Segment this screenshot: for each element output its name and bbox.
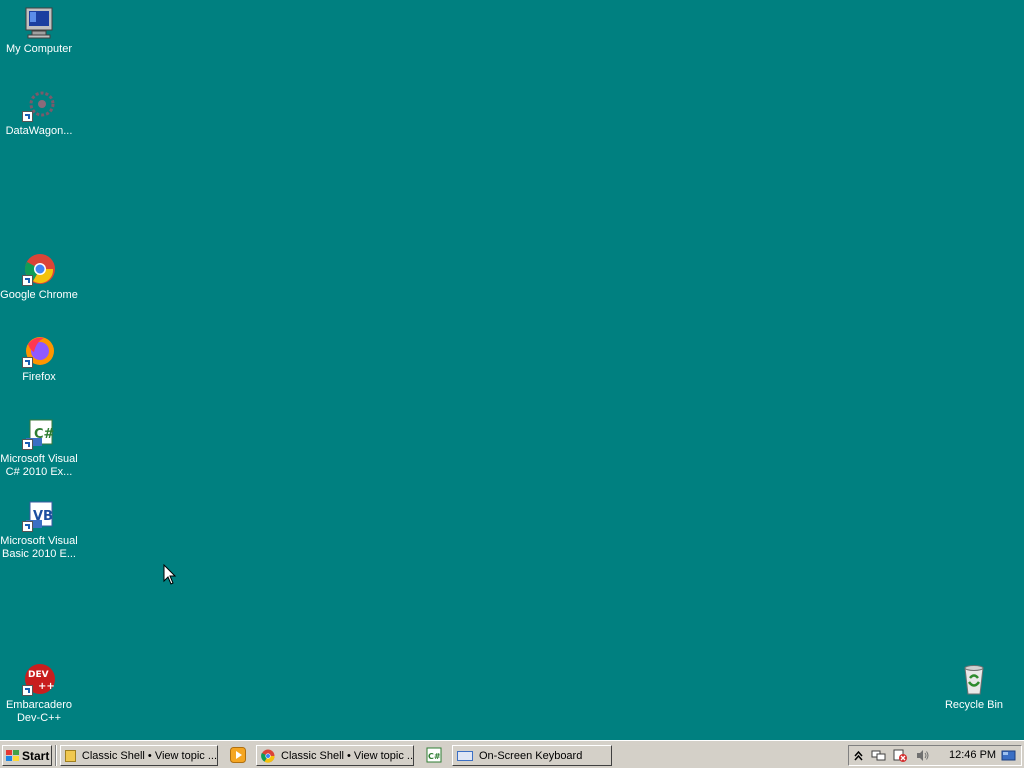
media-player-icon[interactable] — [230, 747, 246, 763]
show-hidden-icon[interactable] — [851, 748, 866, 763]
desktop-icon-devcpp[interactable]: DEV ++ Embarcadero Dev-C++ — [0, 662, 78, 725]
desktop: My Computer DataWagon... Google Chrome F… — [0, 0, 1024, 740]
desktop-icon-datawagon[interactable]: DataWagon... — [0, 88, 78, 138]
task-label: Classic Shell • View topic ... — [81, 749, 217, 762]
chrome-icon — [261, 749, 275, 763]
desktop-icon-label: Microsoft Visual C# 2010 Ex... — [0, 453, 78, 478]
desktop-icon-label: My Computer — [5, 43, 73, 55]
datawagon-icon — [22, 88, 56, 122]
devcpp-icon: DEV ++ — [22, 662, 56, 696]
svg-text:DEV: DEV — [28, 670, 49, 680]
task-button-classic-shell-explorer[interactable]: Classic Shell • View topic ... — [60, 745, 218, 766]
taskbar-clock[interactable]: 12:46 PM — [949, 749, 996, 761]
task-button-on-screen-keyboard[interactable]: On-Screen Keyboard — [452, 745, 612, 766]
folder-icon — [65, 749, 76, 762]
desktop-icon-google-chrome[interactable]: Google Chrome — [0, 252, 78, 302]
network-icon[interactable] — [871, 748, 886, 763]
desktop-icon-visual-basic[interactable]: VB Microsoft Visual Basic 2010 E... — [0, 498, 78, 561]
visual-basic-icon: VB — [22, 498, 56, 532]
shortcut-arrow-icon — [22, 521, 33, 532]
desktop-icon-visual-csharp[interactable]: C# Microsoft Visual C# 2010 Ex... — [0, 416, 78, 479]
shortcut-arrow-icon — [22, 439, 33, 450]
chrome-icon — [22, 252, 56, 286]
desktop-icon-firefox[interactable]: Firefox — [0, 334, 78, 384]
taskbar-separator — [55, 745, 57, 766]
desktop-icon-my-computer[interactable]: My Computer — [0, 6, 78, 56]
start-label: Start — [22, 748, 50, 763]
taskbar: Start Classic Shell • View topic ... Cla… — [0, 740, 1024, 768]
desktop-icon-label: Embarcadero Dev-C++ — [5, 699, 73, 724]
show-desktop-icon[interactable] — [1001, 748, 1016, 763]
desktop-icon-label: Google Chrome — [0, 289, 78, 301]
svg-text:++: ++ — [38, 681, 55, 692]
desktop-icon-recycle-bin[interactable]: Recycle Bin — [935, 662, 1013, 712]
firefox-icon — [22, 334, 56, 368]
task-label: Classic Shell • View topic ... — [281, 749, 414, 762]
start-button[interactable]: Start — [2, 745, 52, 766]
visual-csharp-icon[interactable]: C# — [426, 747, 442, 763]
keyboard-icon — [457, 750, 473, 761]
system-tray: 12:46 PM — [848, 745, 1022, 766]
recycle-bin-icon — [957, 662, 991, 696]
my-computer-icon — [22, 6, 56, 40]
svg-text:C#: C# — [428, 752, 441, 761]
task-label: On-Screen Keyboard — [479, 749, 583, 762]
desktop-icon-label: Microsoft Visual Basic 2010 E... — [0, 535, 78, 560]
shortcut-arrow-icon — [22, 275, 33, 286]
visual-csharp-icon: C# — [22, 416, 56, 450]
volume-icon[interactable] — [915, 748, 930, 763]
security-alert-icon[interactable] — [893, 748, 908, 763]
shortcut-arrow-icon — [22, 357, 33, 368]
desktop-icon-label: Firefox — [22, 371, 56, 383]
shortcut-arrow-icon — [22, 111, 33, 122]
desktop-icon-label: Recycle Bin — [944, 699, 1004, 711]
windows-flag-icon — [6, 749, 20, 762]
desktop-icon-label: DataWagon... — [5, 125, 73, 137]
task-button-classic-shell-chrome[interactable]: Classic Shell • View topic ... — [256, 745, 414, 766]
shortcut-arrow-icon — [22, 685, 33, 696]
